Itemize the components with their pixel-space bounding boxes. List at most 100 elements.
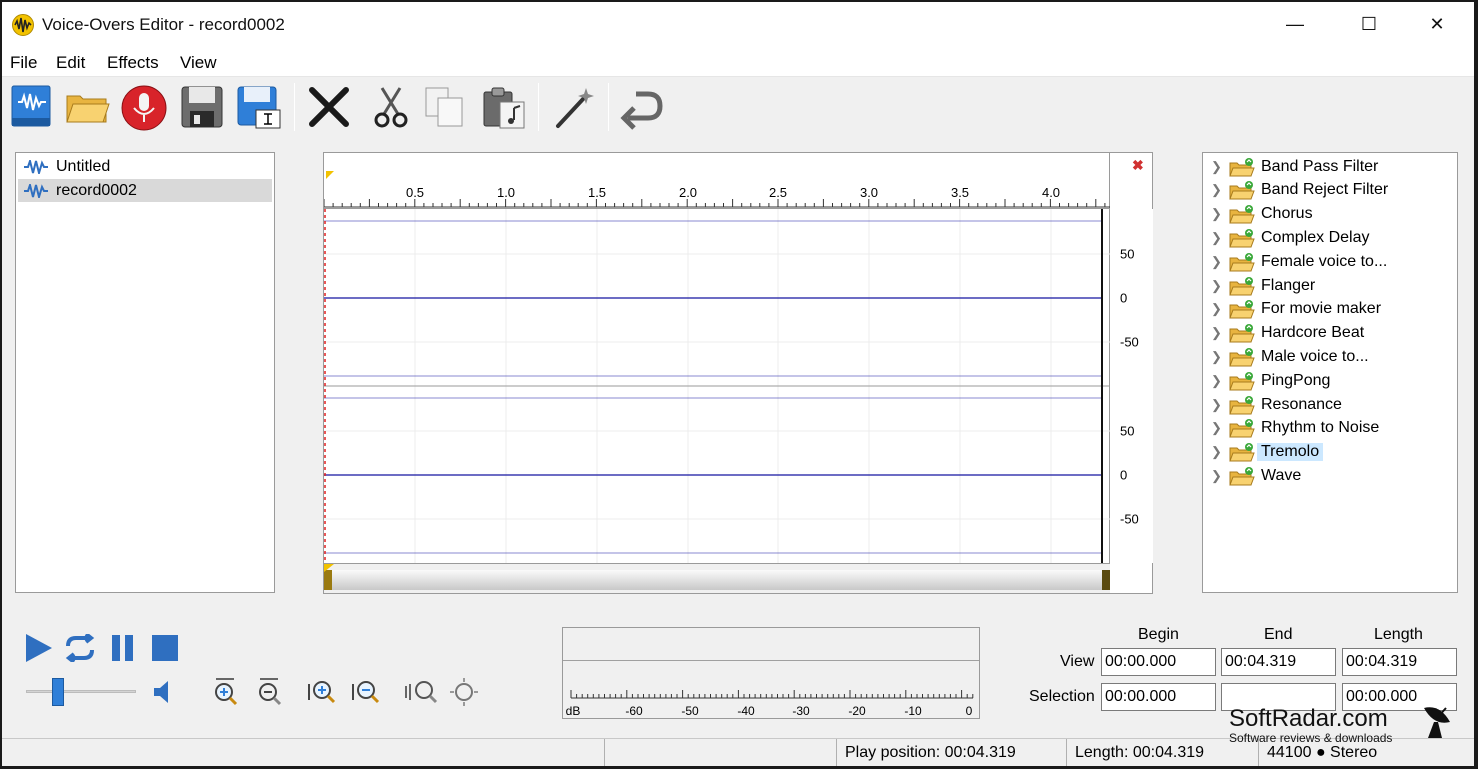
effect-label: Male voice to... bbox=[1261, 347, 1369, 365]
view-begin-field[interactable]: 00:00.000 bbox=[1101, 648, 1216, 676]
menu-effects[interactable]: Effects bbox=[107, 53, 159, 73]
paste-icon[interactable] bbox=[480, 84, 526, 130]
folder-icon bbox=[1229, 205, 1255, 224]
selection-begin-field[interactable]: 00:00.000 bbox=[1101, 683, 1216, 711]
col-end-label: End bbox=[1264, 626, 1293, 643]
toolbar-separator bbox=[294, 83, 295, 131]
chevron-right-icon[interactable]: ❯ bbox=[1211, 444, 1225, 460]
view-end-field[interactable]: 00:04.319 bbox=[1221, 648, 1336, 676]
effect-item[interactable]: ❯ Band Reject Filter bbox=[1211, 179, 1388, 202]
waveform-area[interactable] bbox=[324, 209, 1110, 563]
waveform-editor: 0.5 1.0 1.5 2.0 2.5 3.0 3.5 4.0 ✖ 50 0 -… bbox=[323, 152, 1153, 594]
pause-button[interactable] bbox=[110, 633, 136, 667]
menu-edit[interactable]: Edit bbox=[56, 53, 85, 73]
loop-button[interactable] bbox=[64, 632, 96, 666]
ruler-label: 2.0 bbox=[678, 185, 698, 200]
effect-item[interactable]: ❯ For movie maker bbox=[1211, 298, 1381, 321]
minimize-button[interactable]: — bbox=[1272, 6, 1318, 42]
row-view-label: View bbox=[1060, 653, 1095, 670]
undo-icon[interactable] bbox=[620, 84, 666, 130]
zoom-fit-icon[interactable] bbox=[404, 676, 438, 712]
play-button[interactable] bbox=[22, 632, 54, 668]
folder-icon bbox=[1229, 276, 1255, 295]
toolbar bbox=[2, 76, 1474, 136]
effect-item[interactable]: ❯ PingPong bbox=[1211, 369, 1330, 392]
effect-label: Resonance bbox=[1261, 395, 1342, 413]
chevron-right-icon[interactable]: ❯ bbox=[1211, 206, 1225, 222]
effect-label: Chorus bbox=[1261, 205, 1313, 223]
scale-label: -50 bbox=[1120, 334, 1139, 350]
chevron-right-icon[interactable]: ❯ bbox=[1211, 159, 1225, 175]
save-icon[interactable] bbox=[180, 84, 226, 130]
zoom-selection-icon[interactable] bbox=[448, 676, 480, 712]
file-item-label: record0002 bbox=[56, 181, 137, 199]
save-as-icon[interactable] bbox=[236, 84, 282, 130]
chevron-right-icon[interactable]: ❯ bbox=[1211, 325, 1225, 341]
zoom-out-vertical-icon[interactable] bbox=[254, 676, 284, 712]
magic-wand-icon[interactable] bbox=[552, 84, 598, 130]
effect-item[interactable]: ❯ Band Pass Filter bbox=[1211, 155, 1378, 178]
chevron-right-icon[interactable]: ❯ bbox=[1211, 349, 1225, 365]
effect-item[interactable]: ❯ Flanger bbox=[1211, 274, 1315, 297]
folder-icon bbox=[1229, 371, 1255, 391]
watermark-subtitle: Software reviews & downloads bbox=[1229, 731, 1393, 745]
view-length-field[interactable]: 00:04.319 bbox=[1342, 648, 1457, 676]
stop-button[interactable] bbox=[150, 633, 180, 667]
pause-icon bbox=[112, 635, 133, 661]
zoom-out-horizontal-icon[interactable] bbox=[350, 676, 382, 712]
effect-item[interactable]: ❯ Wave bbox=[1211, 464, 1301, 487]
menu-file[interactable]: File bbox=[10, 53, 37, 73]
folder-icon bbox=[1229, 252, 1255, 272]
chevron-right-icon[interactable]: ❯ bbox=[1211, 230, 1225, 246]
meter-label: 0 bbox=[965, 704, 973, 718]
folder-icon bbox=[1229, 419, 1255, 438]
copy-icon[interactable] bbox=[422, 84, 468, 130]
scale-label: 0 bbox=[1120, 290, 1128, 306]
chevron-right-icon[interactable]: ❯ bbox=[1211, 254, 1225, 270]
chevron-right-icon[interactable]: ❯ bbox=[1211, 182, 1225, 198]
time-ruler[interactable]: 0.5 1.0 1.5 2.0 2.5 3.0 3.5 4.0 bbox=[324, 153, 1110, 209]
effect-item[interactable]: ❯ Tremolo bbox=[1211, 441, 1324, 464]
zoom-in-horizontal-icon[interactable] bbox=[306, 676, 338, 712]
open-folder-icon[interactable] bbox=[64, 84, 110, 130]
meter-label: dB bbox=[565, 704, 581, 718]
chevron-right-icon[interactable]: ❯ bbox=[1211, 420, 1225, 436]
effect-item[interactable]: ❯ Resonance bbox=[1211, 393, 1342, 416]
file-item-untitled[interactable]: Untitled bbox=[18, 155, 272, 178]
menu-bar: File Edit Effects View bbox=[2, 46, 1474, 76]
chevron-right-icon[interactable]: ❯ bbox=[1211, 373, 1225, 389]
chevron-right-icon[interactable]: ❯ bbox=[1211, 397, 1225, 413]
folder-icon bbox=[1229, 181, 1255, 200]
scale-label: 50 bbox=[1120, 423, 1135, 439]
horizontal-scrollbar[interactable] bbox=[324, 563, 1110, 593]
effect-item[interactable]: ❯ Complex Delay bbox=[1211, 226, 1369, 249]
effect-label: Band Reject Filter bbox=[1261, 181, 1389, 199]
chevron-right-icon[interactable]: ❯ bbox=[1211, 468, 1225, 484]
delete-icon[interactable] bbox=[306, 84, 352, 130]
chevron-right-icon[interactable]: ❯ bbox=[1211, 278, 1225, 294]
file-list: Untitled record0002 bbox=[15, 152, 275, 593]
effect-item[interactable]: ❯ Male voice to... bbox=[1211, 345, 1369, 368]
folder-icon bbox=[1229, 443, 1255, 462]
record-microphone-icon[interactable] bbox=[120, 84, 167, 131]
close-track-icon[interactable]: ✖ bbox=[1132, 157, 1144, 174]
row-selection-label: Selection bbox=[1029, 688, 1095, 705]
speaker-icon[interactable] bbox=[152, 678, 178, 710]
scale-label: -50 bbox=[1120, 511, 1139, 527]
effect-item[interactable]: ❯ Female voice to... bbox=[1211, 250, 1387, 273]
chevron-right-icon[interactable]: ❯ bbox=[1211, 301, 1225, 317]
effect-item[interactable]: ❯ Chorus bbox=[1211, 203, 1313, 226]
cut-icon[interactable] bbox=[368, 84, 414, 130]
zoom-in-vertical-icon[interactable] bbox=[210, 676, 240, 712]
status-play-position: Play position: 00:04.319 bbox=[836, 739, 1066, 766]
volume-slider[interactable] bbox=[26, 678, 138, 706]
meter-label: -50 bbox=[681, 704, 699, 718]
effect-item[interactable]: ❯ Rhythm to Noise bbox=[1211, 417, 1379, 440]
meter-label: -10 bbox=[904, 704, 922, 718]
effect-item[interactable]: ❯ Hardcore Beat bbox=[1211, 322, 1364, 345]
maximize-button[interactable]: ☐ bbox=[1346, 6, 1392, 42]
file-item-record0002[interactable]: record0002 bbox=[18, 179, 272, 202]
close-window-button[interactable]: ✕ bbox=[1414, 6, 1460, 42]
menu-view[interactable]: View bbox=[180, 53, 217, 73]
new-file-icon[interactable] bbox=[10, 84, 56, 130]
